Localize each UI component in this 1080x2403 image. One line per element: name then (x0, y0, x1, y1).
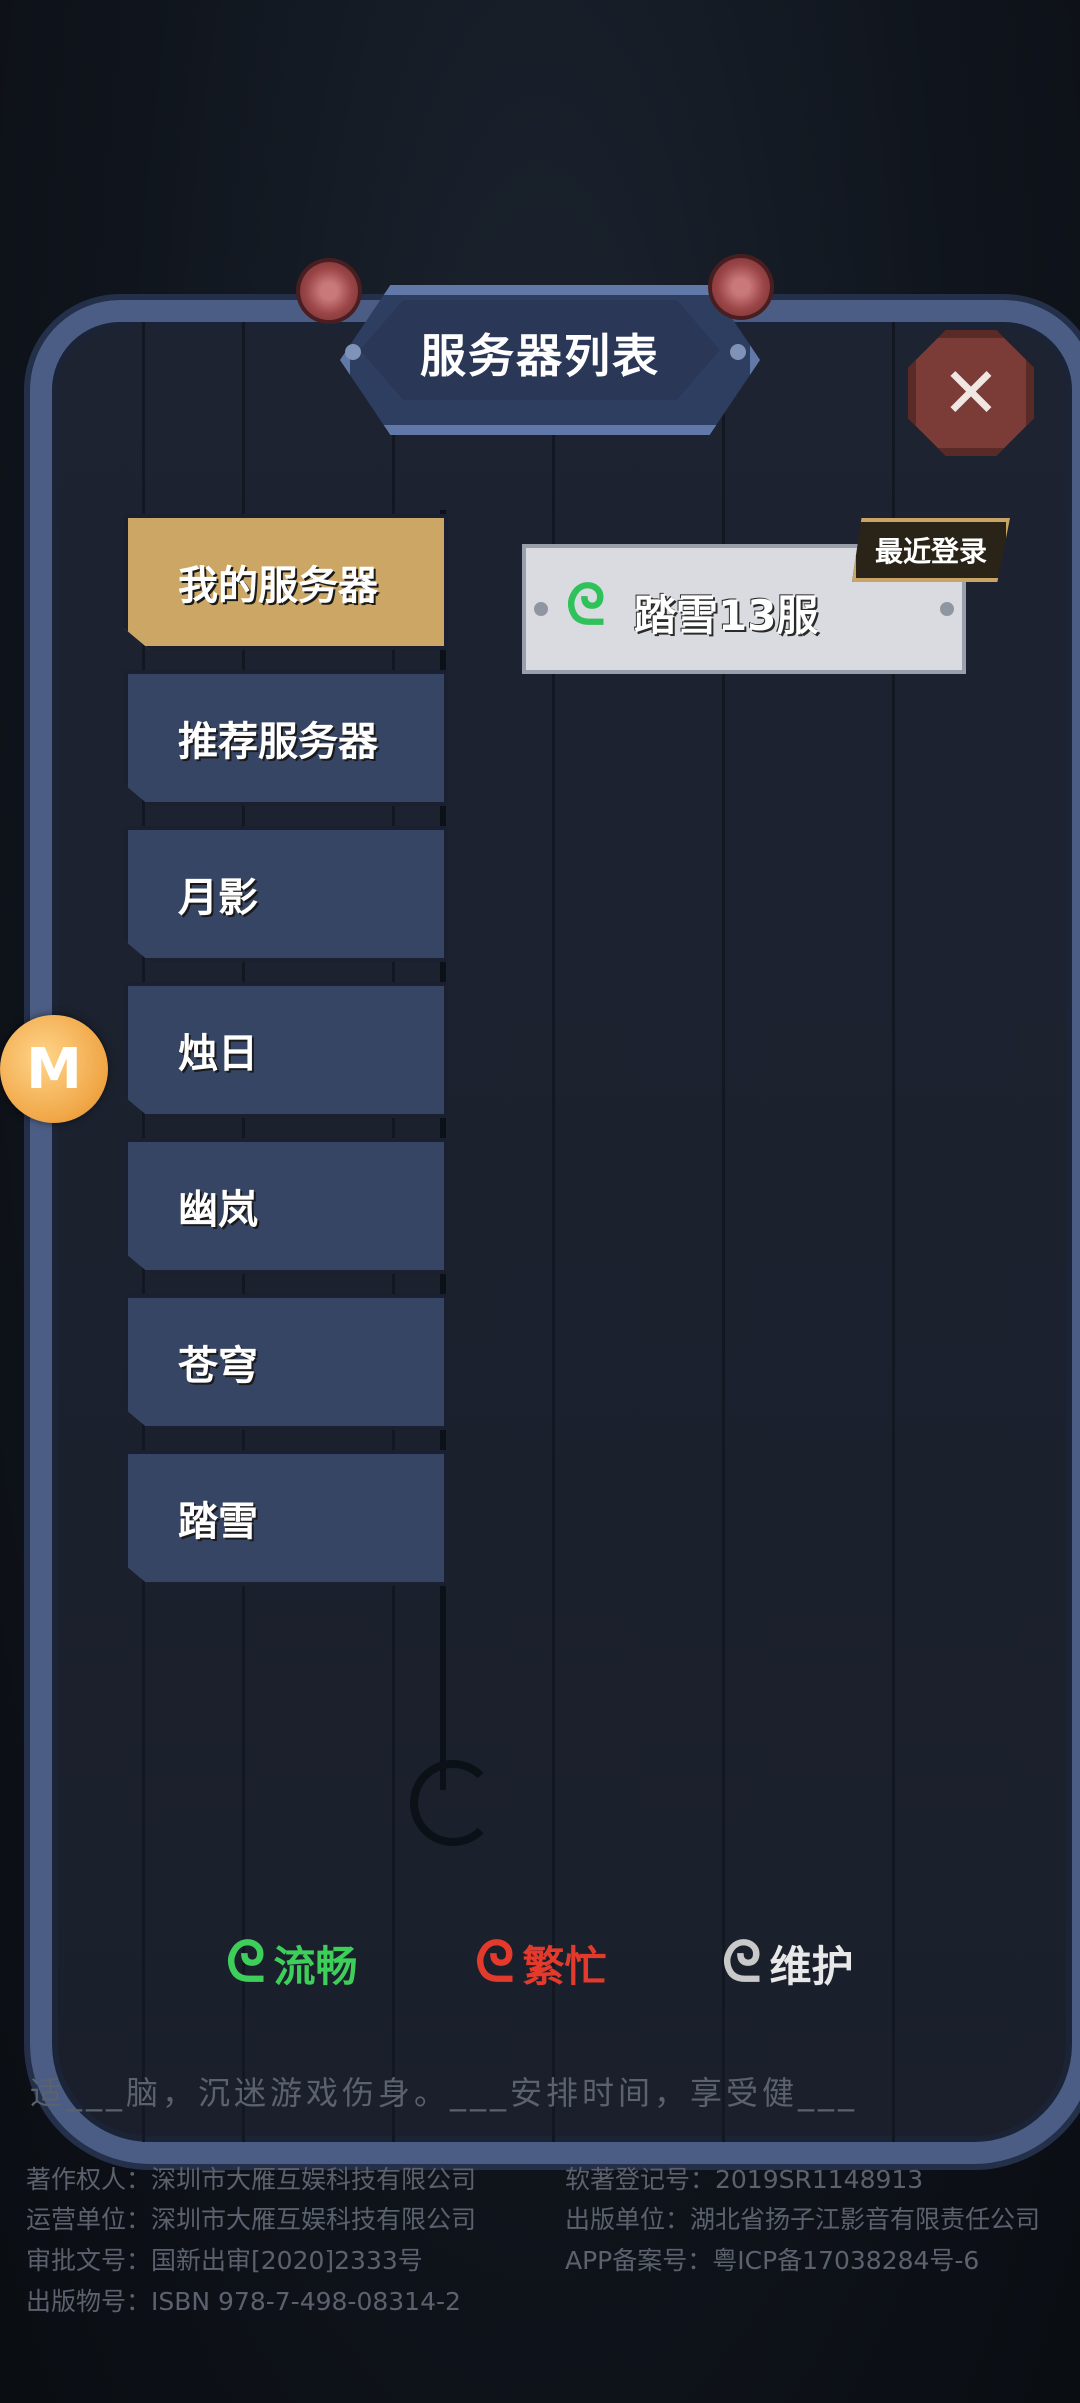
tab-label: 月影 (178, 875, 258, 921)
close-button[interactable]: ✕ (908, 330, 1034, 456)
status-busy-icon: ᘓ (475, 1930, 515, 1995)
tab-taxue[interactable]: 踏雪 (124, 1450, 448, 1586)
legend-label: 流畅 (273, 1941, 358, 1991)
legend-maintenance: ᘓ 维护 (722, 1930, 853, 1996)
status-maintenance-icon: ᘓ (722, 1930, 762, 1995)
spiral-ornament-icon (410, 1760, 496, 1846)
rose-icon (712, 258, 770, 316)
health-notice: 适___脑，沉迷游戏伤身。___安排时间，享受健___ (30, 2074, 859, 2112)
rivet-icon (940, 602, 954, 616)
tab-yueying[interactable]: 月影 (124, 826, 448, 962)
legend-label: 繁忙 (522, 1941, 607, 1991)
tab-label: 推荐服务器 (178, 719, 378, 765)
badge-label: 最近登录 (874, 535, 987, 568)
copyright-line: 出版物号：ISBN 978-7-498-08314-2 (26, 2287, 461, 2316)
floating-assistant-button[interactable]: M (0, 1015, 108, 1123)
tab-label: 我的服务器 (178, 563, 378, 609)
tab-label: 苍穹 (178, 1343, 258, 1389)
page-title: 服务器列表 (420, 329, 660, 383)
copyright-line: APP备案号：粤ICP备17038284号-6 (565, 2246, 980, 2275)
close-icon: ✕ (941, 352, 1001, 434)
tab-label: 踏雪 (178, 1499, 258, 1545)
rose-icon (300, 262, 358, 320)
rivet-icon (534, 602, 548, 616)
copyright-line: 运营单位：深圳市大雁互娱科技有限公司 (26, 2205, 477, 2234)
legend-smooth: ᘓ 流畅 (226, 1930, 357, 1996)
status-smooth-icon: ᘓ (226, 1930, 266, 1995)
copyright-line: 著作权人：深圳市大雁互娱科技有限公司 (26, 2165, 477, 2194)
status-smooth-icon: ᘓ (566, 573, 606, 638)
floating-button-label: M (26, 1036, 82, 1102)
tab-label: 幽岚 (178, 1187, 258, 1233)
tab-recommended-servers[interactable]: 推荐服务器 (124, 670, 448, 806)
server-name: 踏雪13服 (634, 591, 819, 640)
tab-label: 烛日 (178, 1031, 258, 1077)
copyright-line: 软著登记号：2019SR1148913 (565, 2165, 924, 2194)
tab-cangqiong[interactable]: 苍穹 (124, 1294, 448, 1430)
tab-my-servers[interactable]: 我的服务器 (124, 514, 448, 650)
recent-login-badge: 最近登录 (852, 518, 1010, 582)
copyright-line: 出版单位：湖北省扬子江影音有限责任公司 (565, 2205, 1041, 2234)
legend-label: 维护 (769, 1941, 854, 1991)
tab-youlan[interactable]: 幽岚 (124, 1138, 448, 1274)
copyright-line: 审批文号：国新出审[2020]2333号 (26, 2246, 423, 2275)
legend-busy: ᘓ 繁忙 (475, 1930, 606, 1996)
tab-zhuri[interactable]: 烛日 (124, 982, 448, 1118)
